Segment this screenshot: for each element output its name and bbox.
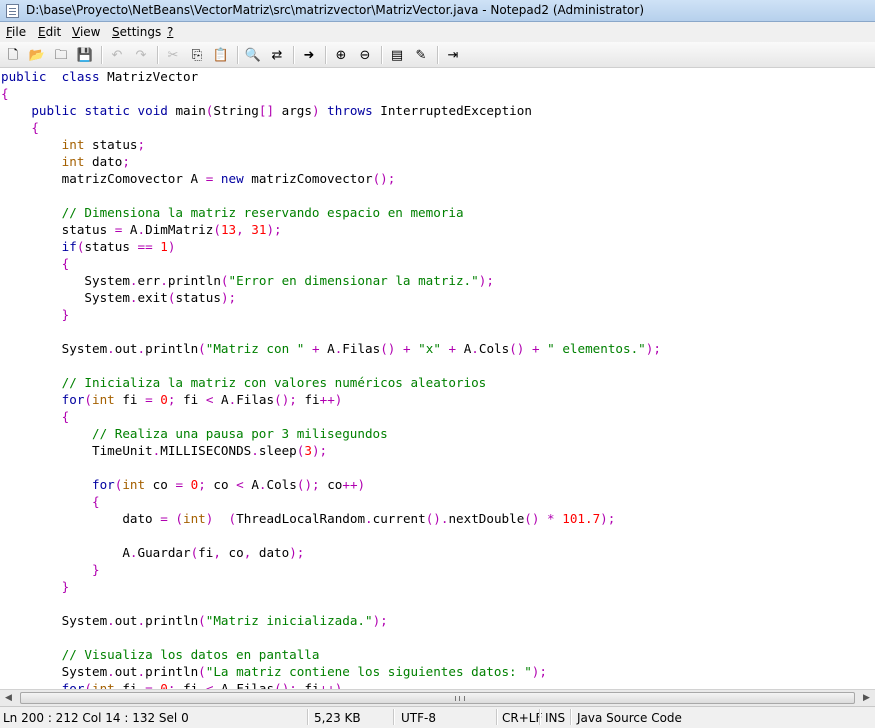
horizontal-scrollbar[interactable]: ◀ ▶ xyxy=(0,689,875,706)
status-line-ending[interactable]: CR+LF xyxy=(502,711,542,725)
status-insert-mode[interactable]: INS xyxy=(545,711,565,725)
code-line: // Dimensiona la matriz reservando espac… xyxy=(61,205,464,220)
copy-icon[interactable]: ⎘ xyxy=(187,45,207,65)
code-line: { xyxy=(61,409,70,424)
code-line: // Realiza una pausa por 3 milisegundos xyxy=(92,426,388,441)
code-line: System.out.println("Matriz inicializada.… xyxy=(1,613,388,628)
new-file-icon[interactable]: 🗋 xyxy=(3,45,23,65)
code-line: } xyxy=(61,307,70,322)
status-scheme[interactable]: Java Source Code xyxy=(577,711,682,725)
code-line: // Visualiza los datos en pantalla xyxy=(61,647,320,662)
code-line: { xyxy=(1,86,9,101)
menu-edit[interactable]: Edit xyxy=(38,25,61,39)
code-line: if(status == 1) xyxy=(61,239,176,254)
redo-icon[interactable]: ↷ xyxy=(131,45,151,65)
code-line: public class MatrizVector xyxy=(1,69,199,84)
title-bar[interactable]: D:\base\Proyecto\NetBeans\VectorMatriz\s… xyxy=(0,0,875,22)
code-line: } xyxy=(61,579,70,594)
goto-icon[interactable]: ➜ xyxy=(299,45,319,65)
scroll-left-icon[interactable]: ◀ xyxy=(0,691,17,706)
open-folder-icon[interactable]: 📂 xyxy=(27,45,47,65)
scroll-right-icon[interactable]: ▶ xyxy=(858,691,875,706)
status-encoding[interactable]: UTF-8 xyxy=(401,711,436,725)
code-editor[interactable]: public class MatrizVector { public static… xyxy=(0,68,875,689)
code-line: int status; xyxy=(61,137,146,152)
window-title: D:\base\Proyecto\NetBeans\VectorMatriz\s… xyxy=(26,3,644,17)
select-scheme-icon[interactable]: ▤ xyxy=(387,45,407,65)
code-line: { xyxy=(61,256,70,271)
code-line: TimeUnit.MILLISECONDS.sleep(3); xyxy=(1,443,328,458)
code-line: for(int fi = 0; fi < A.Filas(); fi++) xyxy=(61,681,343,689)
code-line: System.exit(status); xyxy=(1,290,237,305)
code-line: for(int fi = 0; fi < A.Filas(); fi++) xyxy=(61,392,343,407)
menu-settings[interactable]: Settings xyxy=(112,25,161,39)
browse-icon[interactable]: 🗀 xyxy=(51,45,71,65)
save-icon[interactable]: 💾 xyxy=(75,45,95,65)
code-line: } xyxy=(92,562,100,577)
status-file-size: 5,23 KB xyxy=(314,711,361,725)
menu-file[interactable]: File xyxy=(6,25,26,39)
undo-icon[interactable]: ↶ xyxy=(107,45,127,65)
code-line: int dato; xyxy=(61,154,130,169)
zoom-out-icon[interactable]: ⊖ xyxy=(355,45,375,65)
find-icon[interactable]: 🔍 xyxy=(243,45,263,65)
code-line: { xyxy=(92,494,100,509)
code-line: matrizComovector A = new matrizComovecto… xyxy=(1,171,396,186)
menu-bar: File Edit View Settings ? xyxy=(0,22,875,42)
menu-view[interactable]: View xyxy=(72,25,100,39)
toolbar: 🗋 📂 🗀 💾 ↶ ↷ ✂ ⎘ 📋 🔍 ⇄ ➜ ⊕ ⊖ ▤ ✎ ⇥ xyxy=(0,42,875,68)
status-bar: Ln 200 : 212 Col 14 : 132 Sel 0 5,23 KB … xyxy=(0,706,875,728)
zoom-in-icon[interactable]: ⊕ xyxy=(331,45,351,65)
customize-scheme-icon[interactable]: ✎ xyxy=(411,45,431,65)
code-line: public static void main(String[] args) t… xyxy=(31,103,532,118)
code-line: System.out.println("La matriz contiene l… xyxy=(1,664,547,679)
notepad-app-icon[interactable] xyxy=(6,4,19,18)
menu-help[interactable]: ? xyxy=(167,25,173,39)
status-position: Ln 200 : 212 Col 14 : 132 Sel 0 xyxy=(3,711,189,725)
grip-icon xyxy=(455,696,465,701)
code-line: for(int co = 0; co < A.Cols(); co++) xyxy=(92,477,366,492)
exit-icon[interactable]: ⇥ xyxy=(443,45,463,65)
code-line: A.Guardar(fi, co, dato); xyxy=(1,545,305,560)
code-line: System.err.println("Error en dimensionar… xyxy=(1,273,494,288)
code-line: status = A.DimMatriz(13, 31); xyxy=(1,222,282,237)
cut-icon[interactable]: ✂ xyxy=(163,45,183,65)
code-line: { xyxy=(31,120,39,135)
code-line: dato = (int) (ThreadLocalRandom.current(… xyxy=(1,511,616,526)
code-line: // Inicializa la matriz con valores numé… xyxy=(61,375,487,390)
code-line: System.out.println("Matriz con " + A.Fil… xyxy=(1,341,661,356)
paste-icon[interactable]: 📋 xyxy=(211,45,231,65)
scrollbar-thumb[interactable] xyxy=(20,692,855,704)
replace-icon[interactable]: ⇄ xyxy=(267,45,287,65)
